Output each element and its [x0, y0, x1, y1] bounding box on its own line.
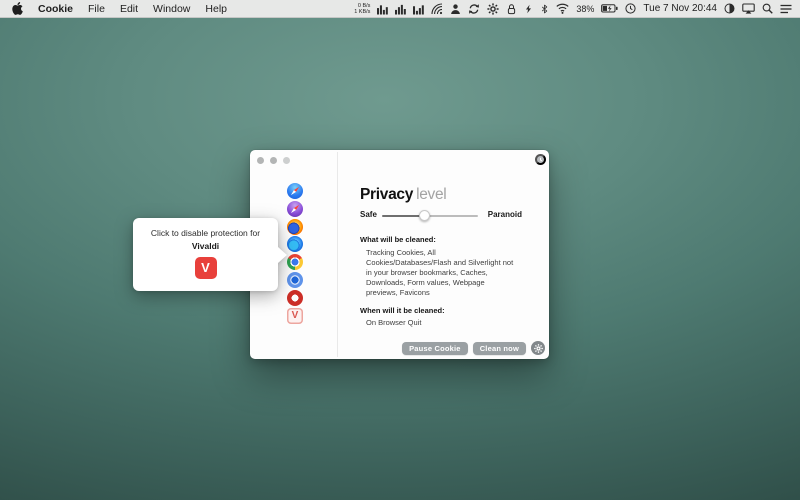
safari-tech-preview-icon[interactable] [287, 201, 303, 217]
vivaldi-icon[interactable]: V [287, 308, 303, 324]
zoom-window-button[interactable] [283, 157, 290, 164]
airplay-display-icon[interactable] [742, 3, 755, 14]
firefox-icon[interactable] [287, 219, 303, 235]
what-cleaned-heading: What will be cleaned: [360, 235, 522, 244]
menu-bar: Cookie File Edit Window Help 0 B/s 1 KB/… [0, 0, 800, 18]
bolt-icon[interactable] [524, 3, 533, 15]
clock-icon[interactable] [625, 3, 636, 14]
tooltip-vivaldi-icon[interactable]: V [195, 257, 217, 279]
pause-cookie-button[interactable]: Pause Cookie [402, 342, 468, 355]
half-circle-icon[interactable] [724, 3, 735, 14]
desktop-wallpaper: Cookie File Edit Window Help 0 B/s 1 KB/… [0, 0, 800, 500]
search-icon[interactable] [762, 3, 773, 14]
wifi-icon[interactable] [556, 3, 569, 14]
privacy-panel: Privacylevel Safe Paranoid What will be … [360, 186, 522, 328]
when-cleaned-heading: When will it be cleaned: [360, 306, 522, 315]
gear-icon[interactable] [487, 3, 499, 15]
menu-file[interactable]: File [88, 3, 105, 15]
cookie-app-window: V Privacylevel Safe Paranoid What will b… [250, 150, 549, 359]
apple-menu-icon[interactable] [12, 2, 23, 15]
slider-safe-label: Safe [360, 210, 377, 219]
traffic-lights [257, 157, 290, 164]
network-throughput[interactable]: 0 B/s 1 KB/s [354, 3, 370, 15]
chromium-icon[interactable] [287, 272, 303, 288]
battery-percent[interactable]: 38% [576, 4, 594, 14]
menu-app-name[interactable]: Cookie [38, 3, 73, 15]
when-cleaned-text: On Browser Quit [360, 318, 516, 328]
tooltip-text: Click to disable protection for [133, 228, 278, 238]
menu-bar-left: Cookie File Edit Window Help [12, 2, 227, 15]
menu-edit[interactable]: Edit [120, 3, 138, 15]
settings-gear-button[interactable] [531, 341, 545, 355]
notification-list-icon[interactable] [780, 4, 792, 14]
opera-icon[interactable] [287, 290, 303, 306]
chrome-icon[interactable] [287, 254, 303, 270]
battery-icon[interactable] [601, 4, 618, 13]
sidebar-divider [337, 152, 338, 357]
minimize-window-button[interactable] [270, 157, 277, 164]
network-down-text: 1 KB/s [354, 9, 370, 15]
browser-sidebar: V [287, 183, 303, 324]
clean-now-button[interactable]: Clean now [473, 342, 526, 355]
sync-icon[interactable] [468, 3, 480, 15]
lock-icon[interactable] [506, 3, 517, 15]
close-window-button[interactable] [257, 157, 264, 164]
privacy-slider-track[interactable] [382, 215, 478, 217]
privacy-slider-row: Safe Paranoid [360, 209, 522, 222]
memory-graph-icon[interactable] [395, 3, 406, 15]
radio-waves-icon[interactable] [431, 3, 443, 15]
user-icon[interactable] [450, 3, 461, 15]
page-title-light: level [416, 186, 446, 203]
disk-graph-icon[interactable] [413, 3, 424, 15]
menu-bar-status-area: 0 B/s 1 KB/s [354, 3, 792, 15]
page-title: Privacylevel [360, 186, 522, 204]
history-clock-button[interactable] [535, 154, 546, 165]
page-title-bold: Privacy [360, 186, 413, 203]
menu-help[interactable]: Help [205, 3, 227, 15]
slider-paranoid-label: Paranoid [488, 210, 522, 219]
safari-icon[interactable] [287, 183, 303, 199]
firefox-developer-icon[interactable] [287, 236, 303, 252]
protection-tooltip: Click to disable protection for Vivaldi … [133, 218, 278, 291]
cpu-graph-icon[interactable] [377, 3, 388, 15]
what-cleaned-text: Tracking Cookies, All Cookies/Databases/… [360, 248, 516, 298]
menubar-datetime[interactable]: Tue 7 Nov 20:44 [643, 3, 717, 14]
window-footer: Pause Cookie Clean now [402, 341, 545, 355]
bluetooth-icon[interactable] [540, 3, 549, 15]
menu-window[interactable]: Window [153, 3, 190, 15]
privacy-slider-knob[interactable] [419, 210, 430, 221]
tooltip-browser-name: Vivaldi [133, 241, 278, 251]
